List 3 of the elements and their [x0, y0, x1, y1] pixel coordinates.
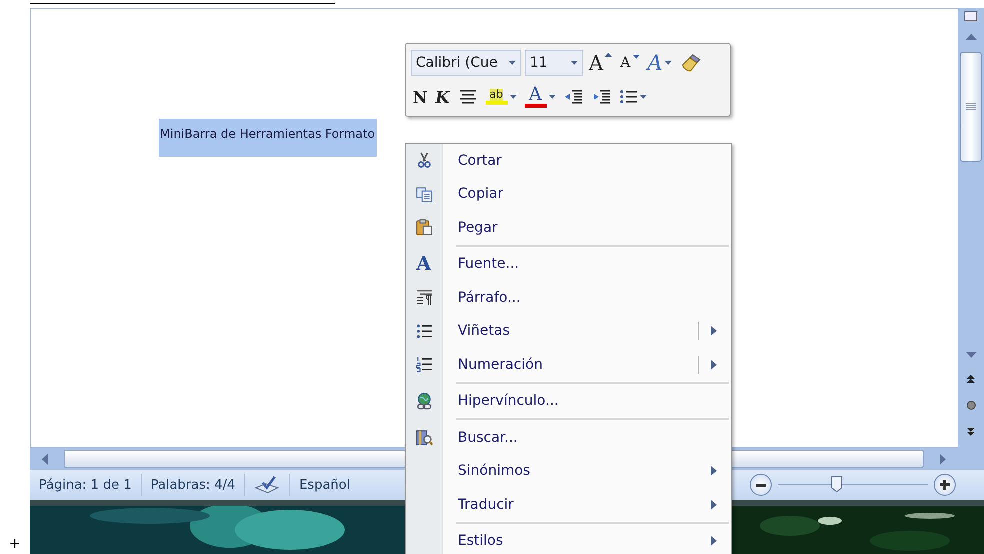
selected-text: MiniBarra de Herramientas Formato [159, 119, 378, 157]
font-glyph-icon: A [416, 253, 432, 276]
plus-mark: + [9, 536, 21, 552]
